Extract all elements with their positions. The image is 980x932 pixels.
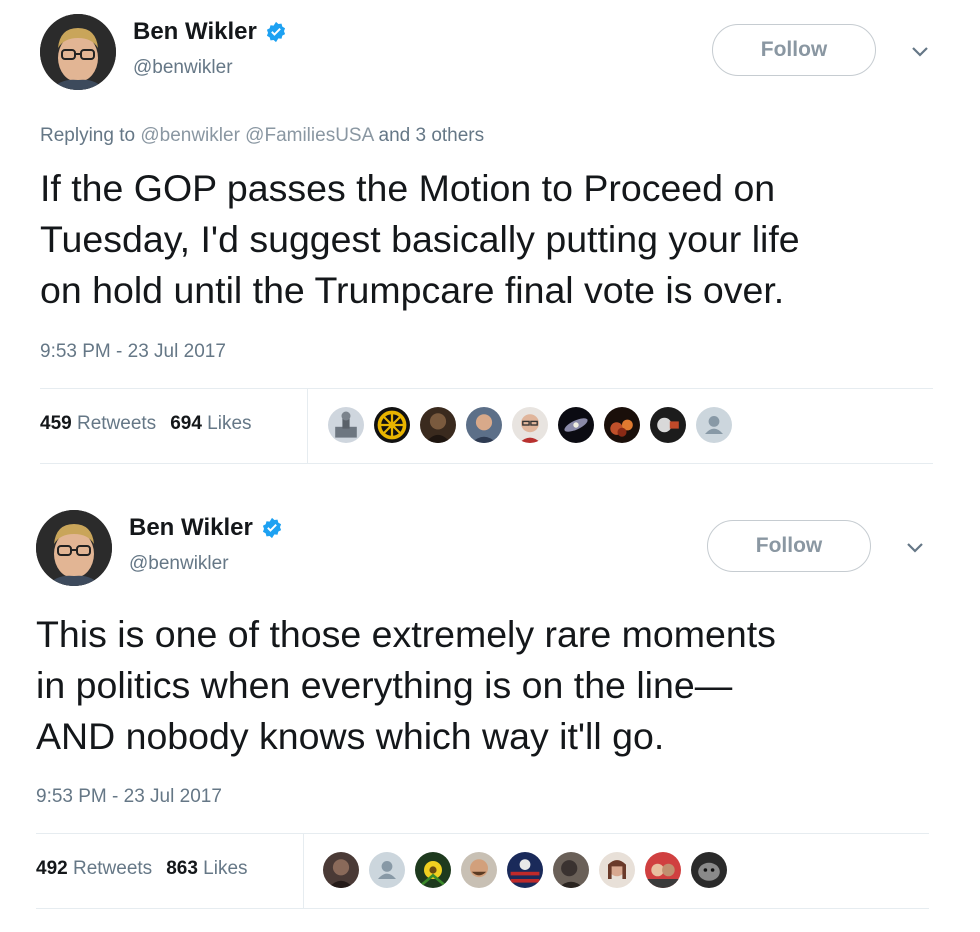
likes-stat[interactable]: 863 Likes bbox=[166, 858, 247, 879]
follow-button[interactable]: Follow bbox=[712, 24, 876, 76]
author-name[interactable]: Ben Wikler bbox=[133, 18, 287, 46]
animal-photo-avatar[interactable] bbox=[689, 850, 729, 890]
likers-row bbox=[326, 405, 740, 445]
divider bbox=[36, 908, 929, 909]
dark-photo-avatar[interactable] bbox=[321, 850, 361, 890]
retweets-stat[interactable]: 459 Retweets bbox=[40, 413, 156, 434]
verified-badge-icon bbox=[266, 21, 285, 43]
fire-avatar[interactable] bbox=[602, 405, 642, 445]
replying-to: Replying to @benwikler @FamiliesUSA and … bbox=[40, 125, 485, 146]
wheel-emblem-avatar[interactable] bbox=[372, 405, 412, 445]
mention-link[interactable]: @benwikler bbox=[140, 125, 240, 146]
author-avatar[interactable] bbox=[36, 510, 112, 586]
default-avatar[interactable] bbox=[694, 405, 734, 445]
stats-separator bbox=[303, 834, 304, 908]
retweets-stat[interactable]: 492 Retweets bbox=[36, 858, 152, 879]
divider bbox=[40, 463, 933, 464]
divider bbox=[40, 388, 933, 389]
tweet-text: This is one of those extremely rare mome… bbox=[36, 613, 776, 757]
landmark-photo-avatar[interactable] bbox=[326, 405, 366, 445]
tweet-1: Ben Wikler @benwikler Follow Replying to… bbox=[0, 0, 980, 466]
author-name[interactable]: Ben Wikler bbox=[129, 514, 283, 542]
chevron-down-icon[interactable] bbox=[905, 540, 925, 554]
tweet-stats: 459 Retweets 694 Likes bbox=[40, 413, 252, 435]
group-photo-avatar[interactable] bbox=[643, 850, 683, 890]
default-avatar[interactable] bbox=[367, 850, 407, 890]
man-photo-avatar[interactable] bbox=[464, 405, 504, 445]
author-handle[interactable]: @benwikler bbox=[133, 57, 233, 79]
woman-photo-avatar[interactable] bbox=[597, 850, 637, 890]
tweet-timestamp[interactable]: 9:53 PM - 23 Jul 2017 bbox=[40, 341, 226, 363]
likers-row bbox=[321, 850, 735, 890]
mention-link[interactable]: @FamiliesUSA bbox=[245, 125, 373, 146]
chevron-down-icon[interactable] bbox=[910, 44, 930, 58]
tweet-2: Ben Wikler @benwikler Follow This is one… bbox=[0, 466, 980, 932]
likes-stat[interactable]: 694 Likes bbox=[170, 413, 251, 434]
tweet-stats: 492 Retweets 863 Likes bbox=[36, 858, 248, 880]
logo-avatar[interactable] bbox=[648, 405, 688, 445]
tweet-text: If the GOP passes the Motion to Proceed … bbox=[40, 167, 800, 311]
stats-separator bbox=[307, 389, 308, 463]
tweet-timestamp[interactable]: 9:53 PM - 23 Jul 2017 bbox=[36, 786, 222, 808]
author-handle[interactable]: @benwikler bbox=[129, 553, 229, 575]
dark-photo-avatar[interactable] bbox=[418, 405, 458, 445]
author-avatar[interactable] bbox=[40, 14, 116, 90]
flower-avatar[interactable] bbox=[413, 850, 453, 890]
galaxy-avatar[interactable] bbox=[556, 405, 596, 445]
glasses-man-avatar[interactable] bbox=[510, 405, 550, 445]
verified-badge-icon bbox=[262, 517, 281, 539]
follow-button[interactable]: Follow bbox=[707, 520, 871, 572]
flag-avatar[interactable] bbox=[505, 850, 545, 890]
man-photo-avatar[interactable] bbox=[459, 850, 499, 890]
person-photo-avatar[interactable] bbox=[551, 850, 591, 890]
others-link[interactable]: and 3 others bbox=[379, 125, 485, 146]
divider bbox=[36, 833, 929, 834]
